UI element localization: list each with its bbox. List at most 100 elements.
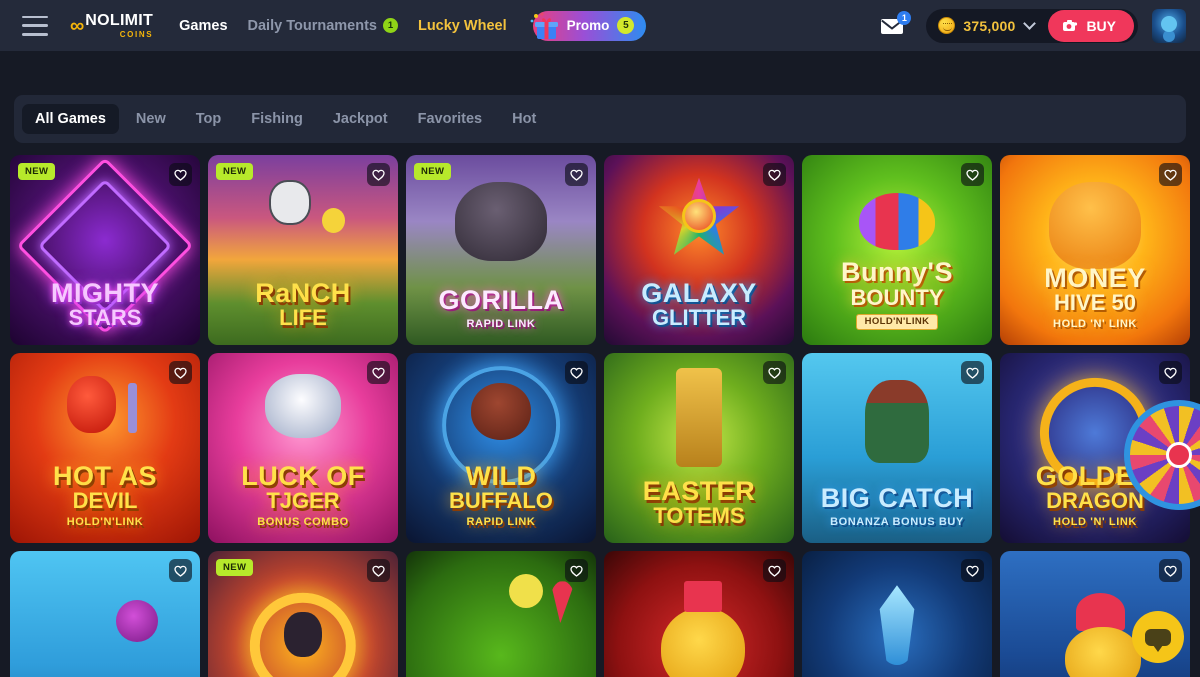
game-title-line1: Bunny'S	[841, 257, 953, 288]
game-title-line1: HOT AS	[53, 460, 157, 491]
game-title-line2: HIVE 50	[1054, 290, 1136, 316]
game-tile-hot-as-devil[interactable]: HOT AS DEVIL HOLD'N'LINK	[10, 353, 200, 543]
hamburger-menu-icon[interactable]	[22, 15, 48, 36]
game-title: WILD BUFFALO RAPID LINK	[406, 462, 596, 528]
game-title-line1: LUCK OF	[241, 460, 365, 491]
favorite-button[interactable]	[565, 559, 588, 582]
new-badge: NEW	[216, 163, 254, 180]
gift-icon	[530, 11, 558, 39]
logo-main-text: NOLIMIT	[85, 11, 154, 29]
game-tile-bubble-fish[interactable]	[10, 551, 200, 677]
nav-item-games[interactable]: Games	[179, 18, 227, 34]
favorite-button[interactable]	[565, 163, 588, 186]
favorite-button[interactable]	[367, 559, 390, 582]
game-tile-easter-totems[interactable]: EASTER TOTEMS	[604, 353, 794, 543]
heart-icon	[570, 565, 583, 577]
mail-inbox-button[interactable]: 1	[878, 10, 912, 40]
gorilla-shape	[455, 181, 547, 262]
game-subtitle: HOLD'N'LINK	[66, 515, 144, 528]
filter-chip-jackpot[interactable]: Jackpot	[320, 104, 401, 134]
game-tile-ninja-girl[interactable]: NEW	[208, 551, 398, 677]
mail-unread-badge: 1	[897, 10, 912, 25]
game-title-line1: MONEY	[1044, 262, 1146, 293]
filter-chip-all-games[interactable]: All Games	[22, 104, 119, 134]
favorite-button[interactable]	[367, 361, 390, 384]
lemon-shape	[508, 573, 543, 608]
game-tile-big-catch-bonanza[interactable]: BIG CATCH BONANZA BONUS BUY	[802, 353, 992, 543]
favorite-button[interactable]	[1159, 163, 1182, 186]
chat-bubble-icon	[1145, 628, 1171, 652]
favorite-button[interactable]	[961, 559, 984, 582]
filter-chip-top[interactable]: Top	[183, 104, 235, 134]
favorite-button[interactable]	[169, 559, 192, 582]
favorite-button[interactable]	[1159, 361, 1182, 384]
game-subtitle: RAPID LINK	[466, 317, 536, 330]
filter-chip-new[interactable]: New	[123, 104, 179, 134]
user-avatar[interactable]	[1152, 8, 1186, 43]
devil-shape	[67, 375, 117, 433]
santa-hat-shape	[1076, 592, 1126, 631]
favorite-button[interactable]	[169, 163, 192, 186]
favorite-button[interactable]	[961, 163, 984, 186]
heart-icon	[768, 565, 781, 577]
ninja-shape	[284, 611, 322, 658]
heart-icon	[570, 169, 583, 181]
xmas-cat-shape	[1064, 627, 1141, 677]
game-tile-galaxy-glitter[interactable]: GALAXY GLITTER	[604, 155, 794, 345]
nav-label: Daily Tournaments	[247, 17, 377, 34]
nav-item-daily-tournaments[interactable]: Daily Tournaments 1	[248, 18, 398, 34]
cart-icon	[1063, 20, 1078, 31]
tiger-shape	[265, 373, 341, 439]
brand-logo[interactable]: ∞ NOLIMIT COINS	[70, 11, 154, 39]
favorite-button[interactable]	[763, 559, 786, 582]
game-tile-mighty-stars[interactable]: MIGHTY STARS NEW	[10, 155, 200, 345]
pig-shape	[661, 608, 745, 677]
game-title-line2: LIFE	[279, 305, 327, 331]
heart-icon	[768, 367, 781, 379]
filter-chip-favorites[interactable]: Favorites	[405, 104, 495, 134]
fisherman-shape	[864, 379, 930, 464]
chick-shape	[322, 208, 345, 233]
promo-button[interactable]: Promo 5	[530, 10, 647, 41]
cat-shape	[268, 179, 311, 226]
chat-support-button[interactable]	[1132, 611, 1184, 663]
favorite-button[interactable]	[763, 361, 786, 384]
filter-chip-hot[interactable]: Hot	[499, 104, 549, 134]
favorite-button[interactable]	[961, 361, 984, 384]
game-title-line1: BIG CATCH	[820, 483, 974, 514]
seven-shape	[550, 581, 576, 624]
heart-icon	[570, 367, 583, 379]
favorite-button[interactable]	[1159, 559, 1182, 582]
balance-widget[interactable]: 375,000 BUY	[926, 8, 1138, 43]
filter-chip-fishing[interactable]: Fishing	[238, 104, 316, 134]
nav-item-lucky-wheel[interactable]: Lucky Wheel	[418, 18, 507, 34]
heart-icon	[966, 169, 979, 181]
game-subtitle: HOLD 'N' LINK	[1053, 515, 1137, 528]
buy-label: BUY	[1086, 17, 1116, 34]
heart-icon	[372, 565, 385, 577]
game-tile-wild-buffalo[interactable]: WILD BUFFALO RAPID LINK	[406, 353, 596, 543]
game-tile-money-hive-50[interactable]: MONEY HIVE 50 HOLD 'N' LINK	[1000, 155, 1190, 345]
game-subtitle: HOLD 'N' LINK	[1053, 317, 1137, 330]
game-tile-lucky-pig[interactable]	[604, 551, 794, 677]
favorite-button[interactable]	[367, 163, 390, 186]
game-tile-gorilla-rapid-link[interactable]: GORILLA RAPID LINK NEW	[406, 155, 596, 345]
favorite-button[interactable]	[763, 163, 786, 186]
game-tile-bunnys-bounty[interactable]: Bunny'S BOUNTY HOLD'N'LINK	[802, 155, 992, 345]
infinity-icon: ∞	[70, 14, 84, 37]
logo-sub-text: COINS	[119, 29, 154, 39]
chevron-down-icon[interactable]	[1023, 17, 1037, 30]
game-title: Bunny'S BOUNTY HOLD'N'LINK	[802, 259, 992, 330]
buy-button[interactable]: BUY	[1048, 9, 1134, 42]
game-title: EASTER TOTEMS	[604, 477, 794, 528]
nav-label: Lucky Wheel	[417, 17, 507, 34]
game-tile-ice-warrior[interactable]	[802, 551, 992, 677]
heart-icon	[966, 367, 979, 379]
game-tile-fruit-wheel[interactable]	[406, 551, 596, 677]
new-badge: NEW	[18, 163, 56, 180]
favorite-button[interactable]	[565, 361, 588, 384]
game-tile-ranch-life[interactable]: RaNCH LIFE NEW	[208, 155, 398, 345]
game-tile-luck-of-tiger[interactable]: LUCK OF TJGER BONUS COMBO	[208, 353, 398, 543]
favorite-button[interactable]	[169, 361, 192, 384]
promo-count-badge: 5	[617, 17, 635, 34]
